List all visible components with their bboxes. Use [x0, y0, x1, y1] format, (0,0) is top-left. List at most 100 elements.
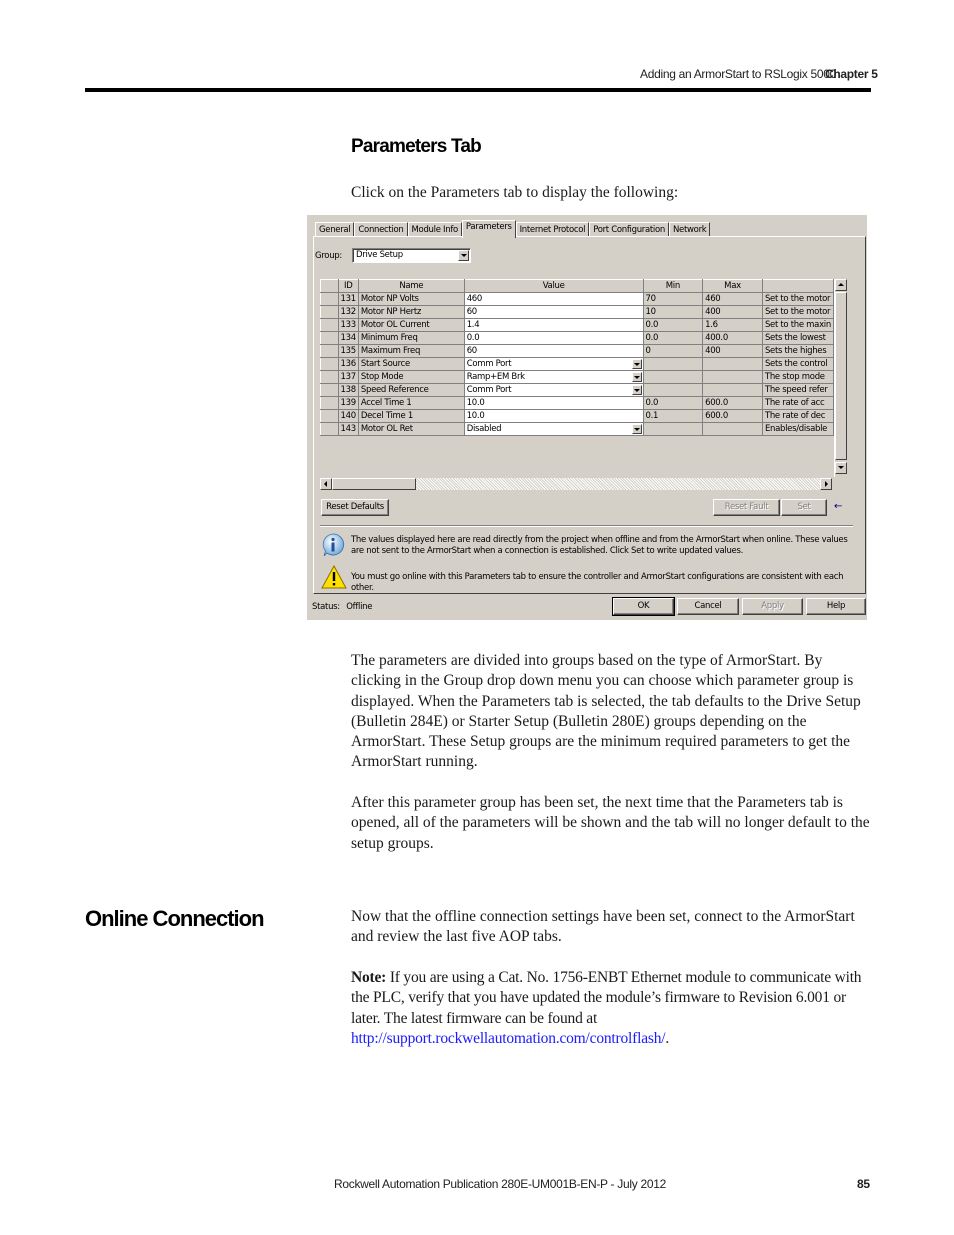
arrow-right-icon	[825, 481, 828, 487]
table-row[interactable]: 139 Accel Time 1 10.0 0.0 600.0 The rate of a…	[320, 396, 835, 410]
value-dropdown-button[interactable]	[631, 424, 642, 434]
row-selector[interactable]	[320, 344, 339, 358]
param-value-input[interactable]: 1.4	[463, 318, 644, 332]
param-value-input[interactable]: 0.0	[463, 331, 644, 345]
scroll-down-button[interactable]	[835, 462, 847, 474]
param-value: Comm Port	[466, 384, 512, 395]
table-row[interactable]: 140 Decel Time 1 10.0 0.1 600.0 The rate of d…	[320, 409, 835, 423]
param-max	[702, 357, 763, 371]
set-button[interactable]: Set	[781, 499, 827, 516]
firmware-link[interactable]: http://support.rockwellautomation.com/co…	[351, 1030, 666, 1047]
row-selector[interactable]	[320, 422, 339, 436]
column-header-name[interactable]: Name	[357, 279, 465, 293]
scroll-up-button[interactable]	[835, 279, 847, 291]
intro-text: Click on the Parameters tab to display t…	[351, 184, 679, 201]
group-dropdown-button[interactable]	[458, 250, 469, 261]
horizontal-scroll-thumb[interactable]	[332, 478, 416, 490]
param-value: Ramp+EM Brk	[466, 371, 525, 382]
page-number: 85	[857, 1177, 870, 1191]
tab-module-info[interactable]: Module Info	[407, 222, 462, 237]
row-selector[interactable]	[320, 383, 339, 397]
note-label: Note:	[351, 969, 387, 986]
vertical-scrollbar[interactable]	[834, 279, 847, 477]
param-value-input[interactable]: 460	[463, 292, 644, 306]
column-header-max[interactable]: Max	[702, 279, 763, 293]
row-selector[interactable]	[320, 292, 339, 306]
row-selector[interactable]	[320, 370, 339, 384]
column-header-value[interactable]: Value	[463, 279, 644, 293]
vertical-scroll-thumb[interactable]	[835, 292, 847, 460]
param-description: Sets the control	[761, 357, 835, 371]
param-value: 10.0	[466, 410, 485, 421]
param-value-input[interactable]: 10.0	[463, 396, 644, 410]
horizontal-scrollbar[interactable]	[320, 478, 832, 490]
param-name: Motor NP Hertz	[357, 305, 465, 319]
tab-parameters[interactable]: Parameters	[461, 220, 516, 238]
param-description: The rate of dec	[761, 409, 835, 423]
arrow-up-icon	[838, 283, 844, 286]
reset-fault-button[interactable]: Reset Fault	[713, 499, 780, 516]
column-header-description[interactable]	[761, 279, 835, 293]
row-selector[interactable]	[320, 305, 339, 319]
row-selector[interactable]	[320, 396, 339, 410]
param-value-input[interactable]: 10.0	[463, 409, 644, 423]
param-value-input[interactable]: 60	[463, 305, 644, 319]
parameter-grid: ID Name Value Min Max 131 Motor NP Volts 4…	[320, 279, 835, 440]
table-row[interactable]: 138 Speed Reference Comm Port The speed ref…	[320, 383, 835, 397]
group-label: Group:	[315, 251, 342, 261]
section-heading-parameters-tab: Parameters Tab	[351, 136, 482, 157]
param-value-select[interactable]: Ramp+EM Brk	[463, 370, 644, 384]
param-max	[702, 383, 763, 397]
chevron-down-icon	[633, 428, 640, 431]
cancel-button[interactable]: Cancel	[677, 598, 739, 615]
param-name: Accel Time 1	[357, 396, 465, 410]
tab-general[interactable]: General	[315, 222, 355, 237]
param-name: Speed Reference	[357, 383, 465, 397]
param-value-select[interactable]: Comm Port	[463, 383, 644, 397]
param-name: Motor OL Current	[357, 318, 465, 332]
table-row[interactable]: 136 Start Source Comm Port Sets the control	[320, 357, 835, 371]
value-dropdown-button[interactable]	[631, 385, 642, 395]
column-header-id[interactable]: ID	[337, 279, 359, 293]
row-selector[interactable]	[320, 331, 339, 345]
scroll-left-button[interactable]	[320, 478, 332, 490]
param-value-input[interactable]: 60	[463, 344, 644, 358]
table-row[interactable]: 131 Motor NP Volts 460 70 460 Set to the moto…	[320, 292, 835, 306]
tab-internet-protocol[interactable]: Internet Protocol	[515, 222, 590, 237]
table-row[interactable]: 137 Stop Mode Ramp+EM Brk The stop mode	[320, 370, 835, 384]
ok-button[interactable]: OK	[612, 597, 675, 616]
tab-connection[interactable]: Connection	[354, 222, 408, 237]
tab-port-configuration[interactable]: Port Configuration	[589, 222, 669, 237]
chevron-down-icon	[633, 376, 640, 379]
reset-defaults-button[interactable]: Reset Defaults	[321, 499, 389, 516]
param-max: 400	[702, 305, 763, 319]
scroll-right-button[interactable]	[820, 478, 832, 490]
table-row[interactable]: 135 Maximum Freq 60 0 400 Sets the highes	[320, 344, 835, 358]
table-row[interactable]: 143 Motor OL Ret Disabled Enables/disable	[320, 422, 835, 436]
value-dropdown-button[interactable]	[631, 359, 642, 369]
row-selector[interactable]	[320, 409, 339, 423]
row-selector[interactable]	[320, 318, 339, 332]
chevron-down-icon	[461, 254, 467, 257]
value-dropdown-button[interactable]	[631, 372, 642, 382]
table-row[interactable]: 133 Motor OL Current 1.4 0.0 1.6 Set to the m…	[320, 318, 835, 332]
param-id: 143	[337, 422, 359, 436]
param-value-select[interactable]: Disabled	[463, 422, 644, 436]
tab-network[interactable]: Network	[669, 222, 711, 237]
param-min: 0.1	[642, 409, 704, 423]
row-selector[interactable]	[320, 357, 339, 371]
arrow-down-icon	[838, 466, 844, 469]
body-paragraph-2: After this parameter group has been set,…	[351, 794, 870, 852]
apply-button[interactable]: Apply	[742, 598, 803, 615]
param-value: 60	[466, 345, 478, 356]
note-text: If you are using a Cat. No. 1756-ENBT Et…	[351, 969, 862, 1027]
param-name: Motor OL Ret	[357, 422, 465, 436]
table-row[interactable]: 134 Minimum Freq 0.0 0.0 400.0 Sets the lowes…	[320, 331, 835, 345]
table-row[interactable]: 132 Motor NP Hertz 60 10 400 Set to the motor	[320, 305, 835, 319]
status-label: Status:	[312, 602, 340, 612]
help-button[interactable]: Help	[806, 598, 866, 615]
param-description: Set to the motor	[761, 305, 835, 319]
column-header-min[interactable]: Min	[642, 279, 704, 293]
group-select[interactable]: Drive Setup	[352, 248, 471, 263]
param-value-select[interactable]: Comm Port	[463, 357, 644, 371]
